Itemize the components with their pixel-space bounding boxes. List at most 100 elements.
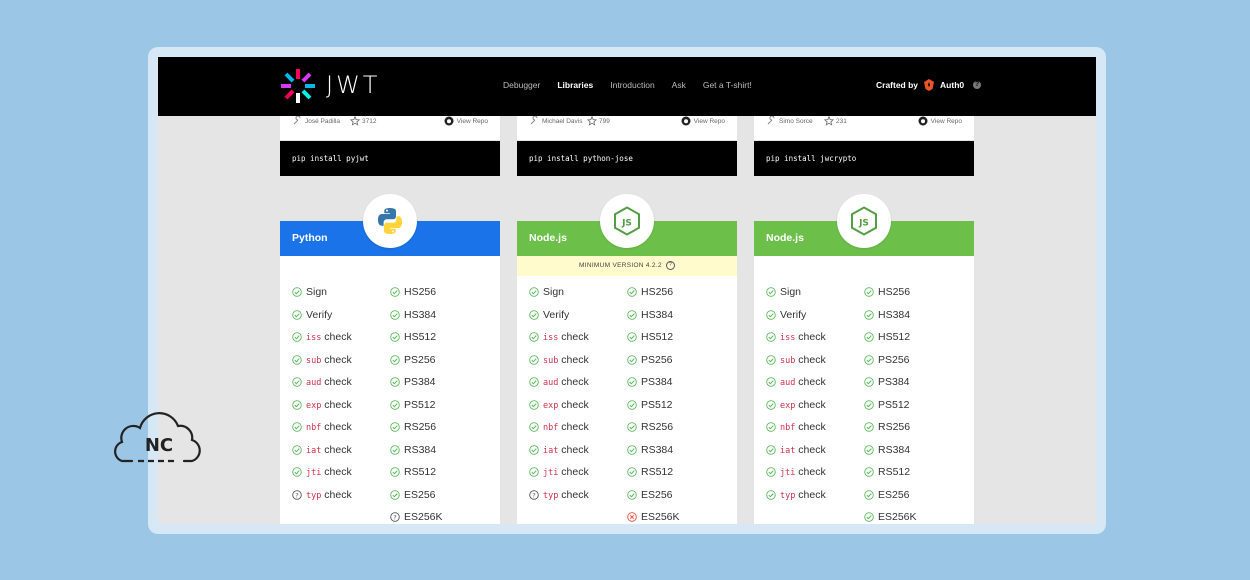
check-icon [529, 422, 539, 433]
star-count: 3712 [350, 116, 376, 126]
claim-code: iss [780, 333, 796, 344]
feature-row: iss check [529, 326, 629, 349]
github-icon [918, 116, 928, 126]
feature-row: Sign [766, 281, 866, 304]
feature-text: Sign [543, 286, 565, 299]
nav-debugger[interactable]: Debugger [503, 80, 540, 90]
algorithm-label: PS384 [878, 376, 910, 389]
star-count: 231 [824, 116, 847, 126]
check-icon [390, 309, 400, 320]
check-icon [627, 287, 637, 298]
view-repo-link[interactable]: View Repo [444, 116, 488, 126]
stars-value: 231 [836, 117, 847, 125]
feature-row: nbf check [292, 416, 392, 439]
main-nav: Debugger Libraries Introduction Ask Get … [503, 80, 752, 90]
author-name: Simo Sorce [779, 117, 813, 125]
feature-text: Verify [543, 308, 570, 321]
svg-text:?: ? [295, 491, 298, 499]
crafted-by-auth0[interactable]: Crafted by Auth0 ? [876, 79, 982, 91]
algorithm-row: PS512 [864, 394, 964, 417]
algorithm-label: HS512 [641, 331, 674, 344]
jwt-logo-icon[interactable] [280, 68, 316, 104]
algorithm-row: ES256 [864, 484, 964, 507]
star-icon [824, 116, 834, 126]
algorithm-row: PS256 [864, 349, 964, 372]
wrench-icon [293, 116, 301, 125]
feature-text: check [558, 488, 589, 501]
feature-label: exp check [780, 399, 826, 411]
check-icon [766, 422, 776, 433]
check-icon [766, 377, 776, 388]
logo-wordmark[interactable]: JWT [326, 71, 380, 99]
algorithm-row: ES256 [627, 484, 727, 507]
check-icon [627, 422, 637, 433]
claim-code: typ [543, 490, 559, 501]
feature-row: Verify [766, 304, 866, 327]
feature-text: check [795, 331, 826, 344]
feature-text: check [321, 421, 352, 434]
feature-text: check [321, 353, 352, 366]
wrench-icon [767, 116, 775, 125]
check-icon [864, 354, 874, 365]
claim-code: sub [543, 355, 559, 366]
feature-text: Sign [780, 286, 802, 299]
check-icon [529, 309, 539, 320]
nodejs-icon: JS [614, 206, 640, 236]
install-command[interactable]: pip install jwcrypto [754, 141, 974, 176]
check-icon [390, 399, 400, 410]
feature-row: aud check [766, 371, 866, 394]
nav-get-tshirt[interactable]: Get a T-shirt! [703, 80, 752, 90]
feature-label: Sign [780, 286, 801, 298]
feature-row: iat check [529, 439, 629, 462]
check-icon [529, 377, 539, 388]
algorithm-label: RS384 [404, 443, 437, 456]
author: Michael Davis [529, 116, 582, 126]
algorithm-label: HS384 [404, 308, 437, 321]
algorithm-row: RS256 [864, 416, 964, 439]
check-icon [864, 444, 874, 455]
feature-label: typ check [780, 489, 826, 501]
feature-label: sub check [306, 354, 352, 366]
feature-list: Sign Verify iss check sub check aud check exp… [529, 281, 629, 506]
check-icon [864, 422, 874, 433]
feature-label: iss check [543, 331, 589, 343]
check-icon [529, 399, 539, 410]
auth0-label: Auth0 [940, 80, 965, 90]
install-command[interactable]: pip install python-jose [517, 141, 737, 176]
info-icon[interactable]: ? [665, 260, 675, 270]
svg-text:?: ? [532, 491, 535, 499]
algorithm-row: RS512 [390, 461, 490, 484]
algorithm-label: HS512 [878, 331, 911, 344]
algorithm-row: RS384 [390, 439, 490, 462]
feature-label: aud check [780, 376, 826, 388]
view-repo-link[interactable]: View Repo [681, 116, 725, 126]
feature-label: nbf check [306, 421, 352, 433]
feature-row: iss check [292, 326, 392, 349]
check-icon [390, 377, 400, 388]
check-icon [390, 354, 400, 365]
check-icon [864, 309, 874, 320]
author-name: José Padilla [305, 117, 341, 125]
algorithm-row: HS256 [627, 281, 727, 304]
feature-label: Sign [306, 286, 327, 298]
nav-libraries[interactable]: Libraries [557, 80, 593, 90]
star-count: 799 [587, 116, 610, 126]
claim-code: jti [543, 468, 559, 479]
view-repo-link[interactable]: View Repo [918, 116, 962, 126]
install-command[interactable]: pip install pyjwt [280, 141, 500, 176]
feature-row: nbf check [766, 416, 866, 439]
algorithm-row: PS512 [390, 394, 490, 417]
algorithm-label: ES256K [641, 511, 680, 524]
nodejs-icon: JS [851, 206, 877, 236]
feature-row: iss check [766, 326, 866, 349]
claim-code: sub [780, 355, 796, 366]
feature-row: iat check [766, 439, 866, 462]
nav-ask[interactable]: Ask [672, 80, 686, 90]
help-icon[interactable]: ? [973, 81, 982, 89]
feature-text: check [795, 443, 826, 456]
nav-introduction[interactable]: Introduction [610, 80, 654, 90]
algorithm-row: PS384 [390, 371, 490, 394]
feature-text: check [795, 466, 826, 479]
feature-text: check [795, 488, 826, 501]
check-icon [292, 332, 302, 343]
